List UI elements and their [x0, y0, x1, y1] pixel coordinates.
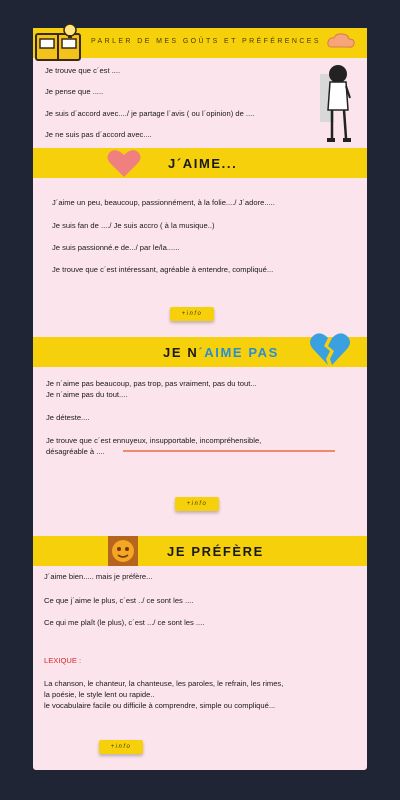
prefere-line: J´aime bien..... mais je préfère... [44, 572, 153, 581]
underline-decoration [123, 450, 335, 452]
lexique-title: LEXIQUE : [44, 656, 82, 665]
intro-line: Je pense que ..... [45, 87, 104, 96]
naime-line: Je n´aime pas beaucoup, pas trop, pas vr… [46, 379, 257, 388]
naime-line: Je déteste.... [46, 413, 90, 422]
intro-line: Je trouve que c´est .... [45, 66, 121, 75]
naime-title-part: ´AIME [198, 345, 249, 360]
header-title: PARLER DE MES GOÛTS ET PRÉFÉRENCES [91, 38, 321, 45]
prefere-title: JE PRÉFÈRE [167, 544, 264, 559]
lexique-line: La chanson, le chanteur, la chanteuse, l… [44, 679, 284, 688]
aime-line: Je trouve que c´est intéressant, agréabl… [52, 265, 274, 274]
naime-line: désagréable à .... [46, 447, 105, 456]
aime-line: Je suis fan de ..../ Je suis accro ( à l… [52, 221, 215, 230]
info-button[interactable]: +info [170, 307, 214, 321]
naime-line: Je n´aime pas du tout.... [46, 390, 128, 399]
aime-line: J´aime un peu, beaucoup, passionnément, … [52, 198, 275, 207]
lexique-line: la poésie, le style lent ou rapide.. [44, 690, 155, 699]
naime-title: JE N´AIME PAS [163, 345, 279, 360]
info-button[interactable]: +info [175, 497, 219, 511]
info-button[interactable]: +info [99, 740, 143, 754]
book-lightbulb-icon [35, 23, 81, 61]
intro-line: Je ne suis pas d´accord avec.... [45, 130, 152, 139]
aime-line: Je suis passionné.e de.../ par le/la....… [52, 243, 180, 252]
lexique-line: le vocabulaire facile ou difficile à com… [44, 701, 276, 710]
intro-line: Je suis d´accord avec..../ je partage l´… [45, 109, 255, 118]
naime-title-part: PAS [248, 345, 279, 360]
broken-heart-icon [310, 333, 350, 365]
naime-title-part: JE N [163, 345, 199, 360]
prefere-line: Ce que j´aime le plus, c´est ../ ce sont… [44, 596, 194, 605]
prefere-line: Ce qui me plaît (le plus), c´est .../ ce… [44, 618, 205, 627]
aime-title: J´AIME... [168, 156, 238, 171]
thought-cloud-icon [327, 33, 355, 48]
heart-icon [107, 150, 141, 177]
thinking-person-illustration [320, 65, 351, 142]
naime-line: Je trouve que c´est ennuyeux, insupporta… [46, 436, 262, 445]
emoji-face-icon [108, 536, 138, 566]
